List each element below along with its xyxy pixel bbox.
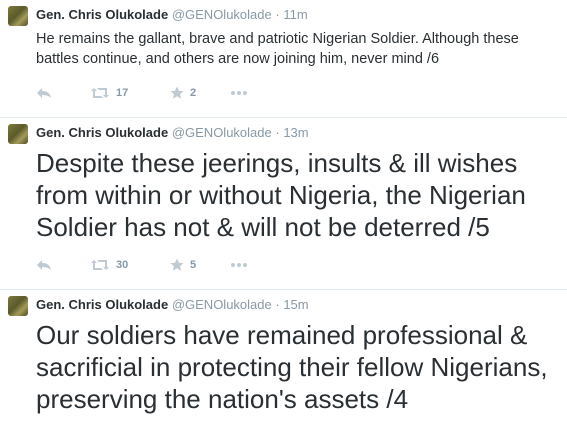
tweet-header: Gen. Chris Olukolade @GENOlukolade · 13m <box>36 124 309 142</box>
star-icon <box>170 86 184 100</box>
author-name[interactable]: Gen. Chris Olukolade <box>36 297 168 312</box>
tweet-text: Our soldiers have remained professional … <box>36 320 548 414</box>
tweet[interactable]: Gen. Chris Olukolade @GENOlukolade · 13m… <box>0 118 567 290</box>
retweet-button[interactable]: 30 <box>90 259 170 271</box>
retweet-count: 30 <box>116 259 129 271</box>
author-handle[interactable]: @GENOlukolade <box>172 7 272 22</box>
tweet[interactable]: Gen. Chris Olukolade @GENOlukolade · 11m… <box>0 0 567 118</box>
separator: · <box>275 7 280 22</box>
reply-button[interactable] <box>36 259 90 271</box>
timestamp[interactable]: 11m <box>283 7 307 22</box>
retweet-icon <box>90 87 110 99</box>
avatar[interactable] <box>8 296 28 316</box>
author-handle[interactable]: @GENOlukolade <box>172 125 272 140</box>
tweet-actions: 17 2 <box>36 84 248 102</box>
favorite-button[interactable]: 2 <box>170 86 230 100</box>
favorite-count: 5 <box>190 259 197 271</box>
tweet-text: Despite these jeerings, insults & ill wi… <box>36 148 526 242</box>
more-button[interactable] <box>230 262 248 268</box>
favorite-button[interactable]: 5 <box>170 258 230 272</box>
separator: · <box>275 297 280 312</box>
favorite-count: 2 <box>190 87 197 99</box>
separator: · <box>275 125 280 140</box>
avatar[interactable] <box>8 6 28 26</box>
timestamp[interactable]: 15m <box>283 297 308 312</box>
retweet-icon <box>90 259 110 271</box>
tweet-header: Gen. Chris Olukolade @GENOlukolade · 15m <box>36 296 309 314</box>
avatar[interactable] <box>8 124 28 144</box>
author-name[interactable]: Gen. Chris Olukolade <box>36 7 168 22</box>
retweet-button[interactable]: 17 <box>90 87 170 99</box>
more-icon <box>230 262 248 268</box>
star-icon <box>170 258 184 272</box>
more-button[interactable] <box>230 90 248 96</box>
timestamp[interactable]: 13m <box>283 125 308 140</box>
more-icon <box>230 90 248 96</box>
retweet-count: 17 <box>116 87 129 99</box>
author-handle[interactable]: @GENOlukolade <box>172 297 272 312</box>
tweet-header: Gen. Chris Olukolade @GENOlukolade · 11m <box>36 6 308 24</box>
reply-icon <box>36 87 52 99</box>
author-name[interactable]: Gen. Chris Olukolade <box>36 125 168 140</box>
reply-icon <box>36 259 52 271</box>
reply-button[interactable] <box>36 87 90 99</box>
tweet[interactable]: Gen. Chris Olukolade @GENOlukolade · 15m… <box>0 290 567 426</box>
tweet-text: He remains the gallant, brave and patrio… <box>36 31 519 67</box>
tweet-actions: 30 5 <box>36 256 248 274</box>
